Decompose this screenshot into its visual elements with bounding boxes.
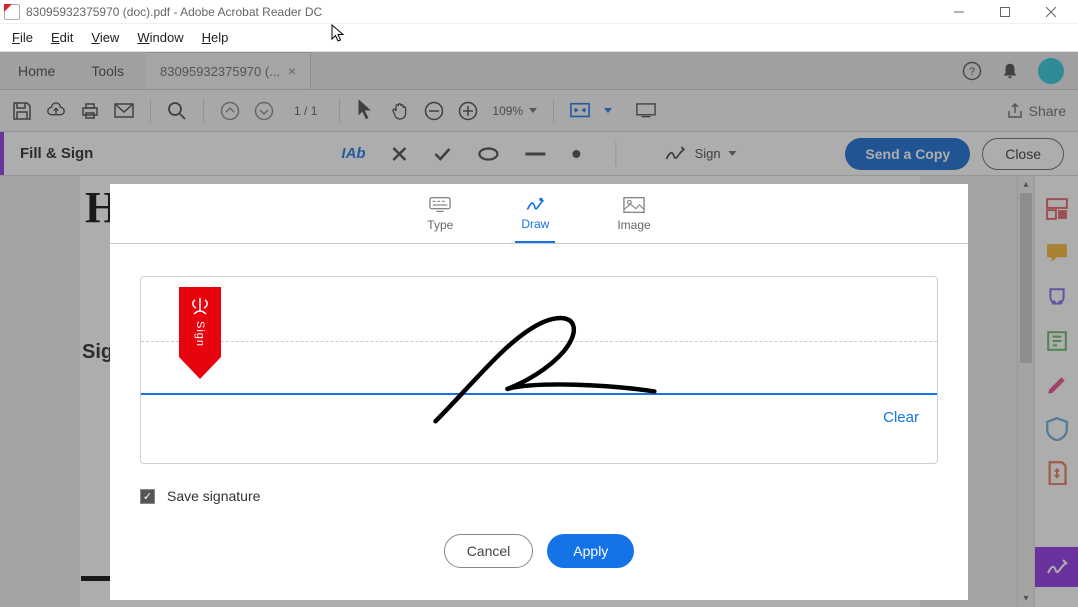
apply-button[interactable]: Apply xyxy=(547,534,634,568)
close-button[interactable] xyxy=(1028,0,1074,24)
app-icon xyxy=(4,4,20,20)
modal-buttons: Cancel Apply xyxy=(110,534,968,568)
tab-image[interactable]: Image xyxy=(611,194,656,243)
menubar: File Edit View Window Help xyxy=(0,24,1078,52)
titlebar: 83095932375970 (doc).pdf - Adobe Acrobat… xyxy=(0,0,1078,24)
cancel-button[interactable]: Cancel xyxy=(444,534,534,568)
minimize-button[interactable] xyxy=(936,0,982,24)
signature-modal-tabs: Type Draw Image xyxy=(110,184,968,244)
signature-stroke xyxy=(141,277,937,464)
save-signature-row: ✓ Save signature xyxy=(140,488,938,504)
tab-type-label: Type xyxy=(427,218,453,232)
menu-view[interactable]: View xyxy=(83,27,127,48)
clear-signature-button[interactable]: Clear xyxy=(883,409,919,426)
signature-canvas[interactable]: Sign Clear xyxy=(140,276,938,464)
tab-draw-label: Draw xyxy=(521,217,549,231)
tab-image-label: Image xyxy=(617,218,650,232)
maximize-button[interactable] xyxy=(982,0,1028,24)
save-signature-label: Save signature xyxy=(167,488,260,504)
window-controls xyxy=(936,0,1074,24)
signature-modal: Type Draw Image Sign Clear ✓ Save signat… xyxy=(110,184,968,600)
tab-draw[interactable]: Draw xyxy=(515,194,555,243)
tab-type[interactable]: Type xyxy=(421,194,459,243)
menu-help[interactable]: Help xyxy=(194,27,237,48)
menu-file[interactable]: File xyxy=(4,27,41,48)
window-title: 83095932375970 (doc).pdf - Adobe Acrobat… xyxy=(26,5,936,19)
save-signature-checkbox[interactable]: ✓ xyxy=(140,489,155,504)
menu-window[interactable]: Window xyxy=(129,27,191,48)
menu-edit[interactable]: Edit xyxy=(43,27,81,48)
